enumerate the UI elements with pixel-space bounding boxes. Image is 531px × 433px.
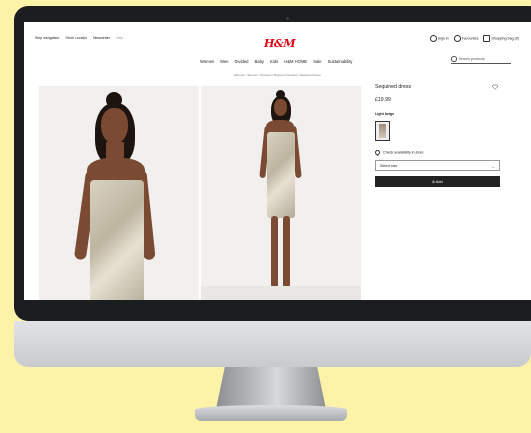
utility-links-left: Skip navigation Store Locator Newsletter… (35, 36, 123, 40)
newsletter-link[interactable]: Newsletter (93, 36, 110, 40)
search-input[interactable]: Search products (451, 55, 511, 64)
sign-in-label: Sign in (437, 36, 449, 41)
add-to-bag-button[interactable]: ⍝ Add (375, 176, 500, 187)
skip-navigation-link[interactable]: Skip navigation (35, 36, 59, 40)
location-pin-icon (373, 148, 382, 157)
favourites-link[interactable]: Favourites (453, 35, 479, 42)
swatch-thumbnail (379, 124, 386, 138)
nav-item-baby[interactable]: Baby (254, 59, 264, 64)
product-title: Sequined dress (375, 84, 412, 90)
brand-logo[interactable]: H&M (264, 37, 296, 50)
size-select[interactable]: Select size ⌄ (375, 160, 500, 171)
sign-in-link[interactable]: Sign in (429, 35, 449, 42)
nav-item-sustainability[interactable]: Sustainability (328, 59, 353, 64)
nav-item-women[interactable]: Women (200, 59, 214, 64)
monitor-stand (216, 367, 326, 409)
sequined-dress (267, 132, 295, 218)
store-availability-label: Check availability in store (383, 150, 424, 155)
help-link[interactable]: Help (116, 36, 123, 40)
face (274, 99, 287, 116)
size-select-value: Select size (380, 164, 398, 168)
sequined-dress (90, 180, 144, 300)
bag-icon (483, 35, 491, 42)
shopping-bag-label: Shopping bag (0) (491, 36, 519, 41)
search-placeholder: Search products (458, 57, 485, 61)
color-label: Light beige (375, 112, 395, 116)
nav-item-men[interactable]: Men (220, 59, 228, 64)
favourites-label: Favourites (461, 36, 479, 41)
monitor-chin (14, 321, 531, 367)
chevron-down-icon: ⌄ (491, 164, 495, 169)
browser-screen: Skip navigation Store Locator Newsletter… (24, 22, 531, 300)
store-availability-link[interactable]: Check availability in store (373, 148, 424, 157)
floor (201, 286, 361, 300)
nav-item-sale[interactable]: Sale (313, 59, 321, 64)
favourite-heart-icon[interactable] (492, 84, 498, 90)
nav-item-divided[interactable]: Divided (235, 59, 249, 64)
product-price: £19.99 (375, 97, 391, 103)
color-swatch[interactable] (375, 121, 390, 141)
utility-links-right: Sign in Favourites Shopping bag (0) (429, 35, 519, 42)
search-icon (451, 56, 457, 62)
camera-dot (286, 17, 289, 20)
top-bar: Skip navigation Store Locator Newsletter… (24, 22, 531, 54)
nav-item-home[interactable]: H&M HOME (284, 59, 307, 64)
nav-item-kids[interactable]: Kids (270, 59, 278, 64)
add-button-label: Add (435, 179, 443, 184)
monitor-foot (195, 405, 347, 421)
heart-icon (453, 35, 461, 42)
breadcrumb[interactable]: HM.com / Women / Dresses / Bodycon Dress… (234, 73, 321, 77)
face (101, 108, 128, 144)
store-locator-link[interactable]: Store Locator (65, 36, 87, 40)
product-image-secondary[interactable] (201, 86, 361, 300)
user-icon (429, 35, 437, 42)
main-nav: Women Men Divided Baby Kids H&M HOME Sal… (200, 59, 352, 64)
left-leg (271, 216, 278, 288)
shopping-bag-link[interactable]: Shopping bag (0) (483, 35, 519, 42)
product-image-main[interactable] (39, 86, 199, 300)
right-leg (283, 216, 290, 288)
